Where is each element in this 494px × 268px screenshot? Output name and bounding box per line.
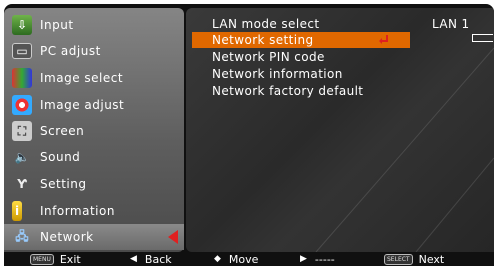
sidebar-item-setting[interactable]: Ƴ Setting xyxy=(4,171,184,197)
sidebar-item-image-adjust[interactable]: Image adjust xyxy=(4,92,184,118)
sidebar-item-screen[interactable]: ⛶ Screen xyxy=(4,118,184,144)
row-label: LAN mode select xyxy=(212,17,320,31)
dashes-label: ----- xyxy=(314,252,335,266)
sidebar-item-label: Network xyxy=(40,230,94,244)
sound-icon: 🔈 xyxy=(14,150,30,164)
sidebar-item-label: Screen xyxy=(40,124,85,138)
exit-hint: MENU Exit xyxy=(30,253,81,266)
network-setting-row[interactable]: Network setting xyxy=(192,32,410,48)
guide-bar: MENU Exit ◀ Back ◆ Move ▶ ----- SELECT N… xyxy=(4,252,494,266)
sidebar-item-input[interactable]: ⇩ Input xyxy=(4,12,184,38)
sidebar-item-image-select[interactable]: Image select xyxy=(4,65,184,91)
pc-adjust-icon: ▭ xyxy=(12,43,32,59)
back-label: Back xyxy=(144,252,172,266)
sidebar-item-information[interactable]: i Information xyxy=(4,198,184,224)
sidebar-item-label: Image select xyxy=(40,71,124,85)
right-arrow-icon: ▶ xyxy=(300,254,307,264)
lan-mode-value: LAN 1 xyxy=(432,17,470,31)
row-label: Network PIN code xyxy=(212,50,325,64)
input-icon: ⇩ xyxy=(12,15,32,35)
select-key-icon: SELECT xyxy=(384,253,413,265)
sidebar-item-label: Sound xyxy=(40,150,81,164)
move-hint: ◆ Move xyxy=(214,253,258,266)
sidebar-item-network[interactable]: 🖧 Network xyxy=(4,224,184,250)
network-information-row[interactable]: Network information xyxy=(192,66,492,82)
sidebar-item-label: Input xyxy=(40,18,74,32)
sidebar-item-label: Image adjust xyxy=(40,98,125,112)
information-icon: i xyxy=(12,201,22,221)
lan-mode-select-row[interactable]: LAN mode select LAN 1 xyxy=(192,16,492,32)
network-factory-default-row[interactable]: Network factory default xyxy=(192,83,492,99)
enter-icon xyxy=(379,35,388,44)
sidebar-item-label: Setting xyxy=(40,177,87,191)
sidebar-item-pc-adjust[interactable]: ▭ PC adjust xyxy=(4,38,184,64)
selection-arrow-icon xyxy=(168,230,178,244)
screen-icon: ⛶ xyxy=(12,121,32,141)
row-label: Network information xyxy=(212,67,343,81)
move-label: Move xyxy=(228,252,259,266)
next-hint: SELECT Next xyxy=(384,253,444,266)
back-hint: ◀ Back xyxy=(130,253,172,266)
network-pin-code-row[interactable]: Network PIN code xyxy=(192,49,492,65)
setting-icon: Ƴ xyxy=(17,177,27,191)
scroll-indicator xyxy=(472,34,493,42)
image-select-icon xyxy=(12,68,32,88)
up-down-arrow-icon: ◆ xyxy=(214,254,221,264)
sidebar-item-label: Information xyxy=(40,204,115,218)
main-menu-sidebar: ⇩ Input ▭ PC adjust Image select Image a… xyxy=(4,8,184,252)
image-adjust-icon xyxy=(12,95,32,115)
network-icon: 🖧 xyxy=(15,228,29,243)
row-label: Network factory default xyxy=(212,84,364,98)
right-hint: ▶ ----- xyxy=(300,253,335,266)
network-submenu-panel: LAN mode select LAN 1 Network setting Ne… xyxy=(186,8,494,252)
sidebar-item-label: PC adjust xyxy=(40,44,101,58)
next-label: Next xyxy=(418,252,445,266)
menu-key-icon: MENU xyxy=(30,253,54,265)
row-label: Network setting xyxy=(212,33,314,47)
exit-label: Exit xyxy=(59,252,81,266)
osd-menu-window: ⇩ Input ▭ PC adjust Image select Image a… xyxy=(4,4,494,266)
left-arrow-icon: ◀ xyxy=(130,254,137,264)
sidebar-item-sound[interactable]: 🔈 Sound xyxy=(4,144,184,170)
